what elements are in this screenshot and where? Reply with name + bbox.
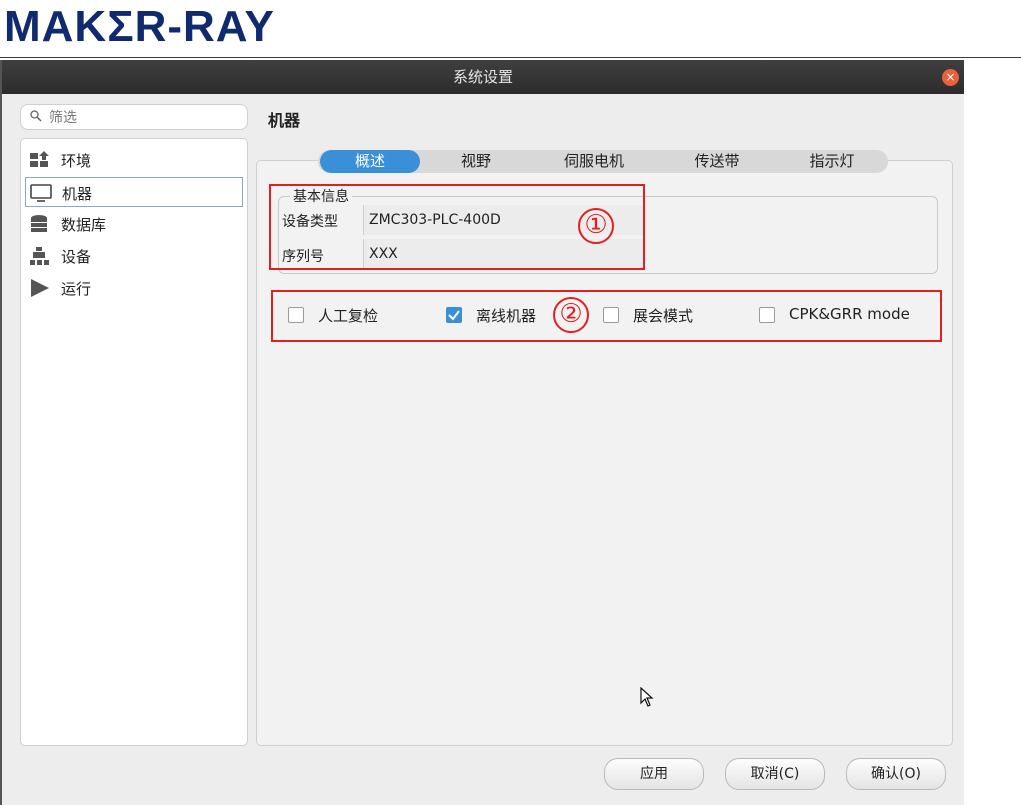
sidebar-item-database[interactable]: 数据库 xyxy=(25,209,243,239)
cancel-button[interactable]: 取消(C) xyxy=(725,758,825,790)
apply-button[interactable]: 应用 xyxy=(604,758,704,790)
sidebar-item-environment[interactable]: 环境 xyxy=(25,145,243,175)
sidebar-item-machine[interactable]: 机器 xyxy=(25,177,243,207)
sidebar-item-label: 运行 xyxy=(61,280,92,298)
annotation-marker-2: ② xyxy=(553,297,589,333)
search-icon xyxy=(30,110,42,122)
run-icon xyxy=(31,279,49,297)
sidebar-item-label: 数据库 xyxy=(61,216,107,234)
device-icon xyxy=(30,247,49,265)
sidebar-item-device[interactable]: 设备 xyxy=(25,241,243,271)
tab-view[interactable]: 视野 xyxy=(422,150,530,173)
brand-logo: MAKΣR-RAY xyxy=(4,2,275,51)
tab-indicator-light[interactable]: 指示灯 xyxy=(778,150,886,173)
tab-servo-motor[interactable]: 伺服电机 xyxy=(532,150,656,173)
ok-button[interactable]: 确认(O) xyxy=(846,758,946,790)
sidebar-item-label: 机器 xyxy=(62,185,93,203)
sidebar-item-label: 环境 xyxy=(61,152,92,170)
mouse-cursor-icon xyxy=(640,687,654,707)
annotation-box-2 xyxy=(271,290,942,342)
database-icon xyxy=(31,215,47,232)
tab-conveyor[interactable]: 传送带 xyxy=(658,150,776,173)
filter-search-box[interactable] xyxy=(20,104,248,130)
close-icon[interactable]: × xyxy=(942,69,959,86)
environment-icon xyxy=(30,151,49,167)
tab-bar: 概述 视野 伺服电机 传送带 指示灯 xyxy=(318,150,888,173)
filter-input[interactable] xyxy=(47,107,246,129)
page-title: 机器 xyxy=(268,111,301,130)
annotation-marker-1: ① xyxy=(578,208,614,244)
header-divider xyxy=(0,57,1021,58)
tab-overview[interactable]: 概述 xyxy=(320,150,420,173)
window-titlebar[interactable]: 系统设置 × xyxy=(2,60,964,94)
window-title: 系统设置 xyxy=(452,68,513,86)
sidebar-item-label: 设备 xyxy=(61,248,92,266)
sidebar-item-run[interactable]: 运行 xyxy=(25,273,243,303)
settings-sidebar: 环境 机器 数据库 设备 运行 xyxy=(20,138,248,746)
monitor-icon xyxy=(30,184,52,202)
